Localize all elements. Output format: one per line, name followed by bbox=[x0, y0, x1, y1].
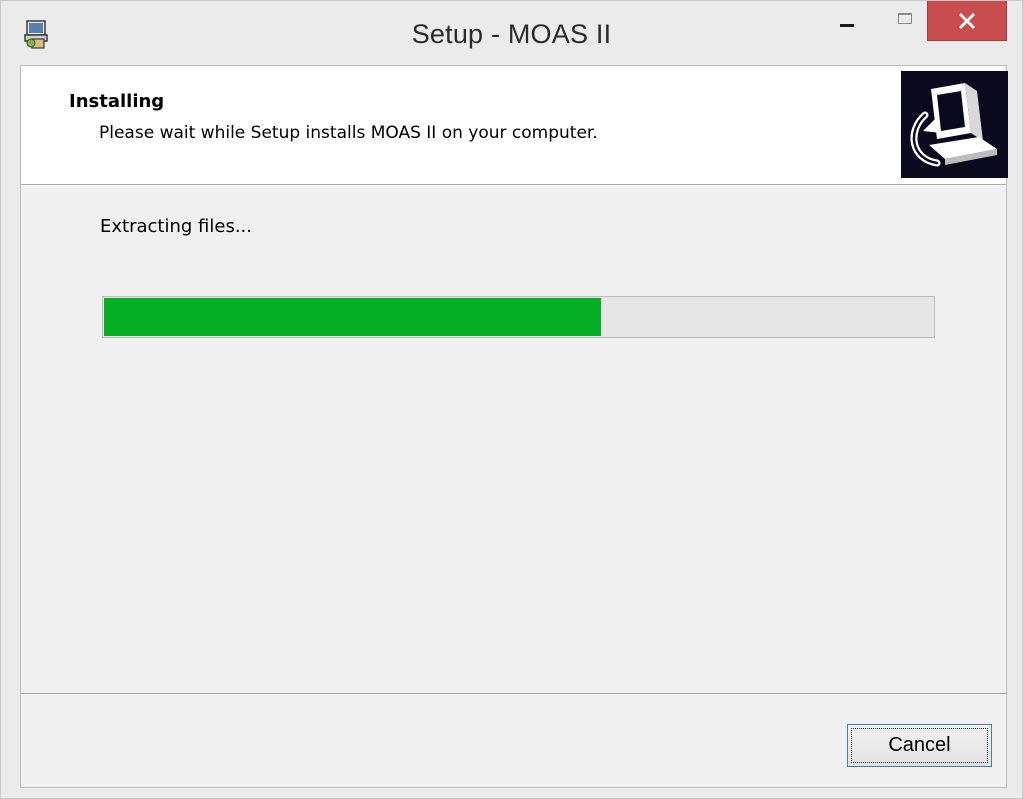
footer-divider bbox=[21, 693, 1006, 695]
header-divider bbox=[21, 185, 1006, 186]
minimize-button[interactable] bbox=[827, 1, 867, 41]
install-progress-bar bbox=[102, 296, 935, 338]
title-bar[interactable]: Setup - MOAS II bbox=[1, 1, 1022, 65]
setup-window: Setup - MOAS II Installing Please wait w… bbox=[0, 0, 1023, 799]
close-icon bbox=[959, 12, 975, 29]
close-button[interactable] bbox=[927, 1, 1007, 41]
status-text: Extracting files... bbox=[100, 216, 252, 237]
wizard-client-area: Installing Please wait while Setup insta… bbox=[20, 65, 1008, 788]
page-subtitle: Please wait while Setup installs MOAS II… bbox=[99, 123, 598, 143]
computer-install-icon bbox=[901, 71, 1008, 178]
focus-ring bbox=[851, 728, 988, 763]
progress-fill bbox=[104, 298, 601, 336]
cancel-button[interactable]: Cancel bbox=[847, 724, 992, 767]
page-title: Installing bbox=[69, 91, 165, 112]
maximize-icon bbox=[898, 12, 912, 24]
minimize-icon bbox=[840, 23, 854, 27]
window-title: Setup - MOAS II bbox=[411, 19, 612, 49]
maximize-button[interactable] bbox=[885, 1, 925, 41]
wizard-header-panel: Installing Please wait while Setup insta… bbox=[21, 66, 1008, 185]
